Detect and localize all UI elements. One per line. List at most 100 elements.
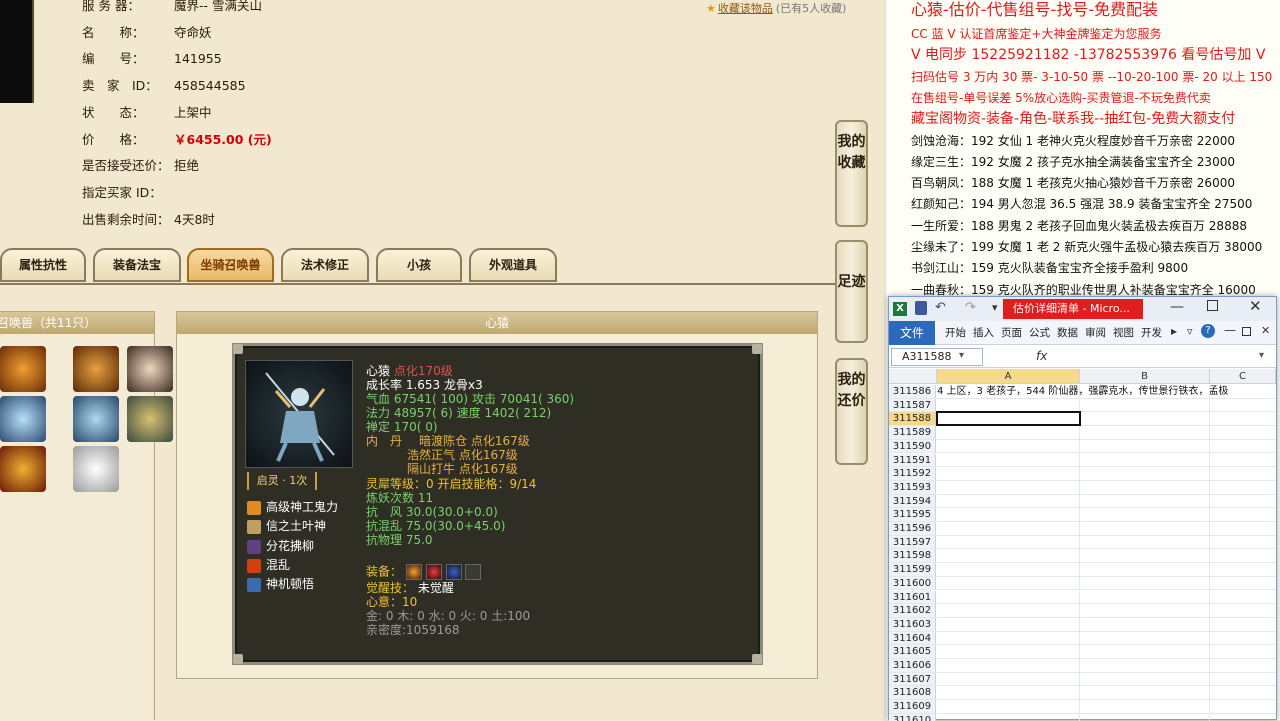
grid-line (1209, 659, 1210, 672)
save-icon[interactable] (915, 301, 927, 315)
pet-skill[interactable]: 高级神工鬼力 (247, 498, 338, 516)
file-tab[interactable]: 文件 (889, 321, 935, 345)
equip-slot-1[interactable] (405, 564, 422, 580)
undo-icon[interactable]: ↶ (935, 300, 946, 315)
pet-icon-2[interactable] (73, 346, 119, 392)
my-counter-offers-button[interactable]: 我的还价 (835, 358, 868, 465)
note-line: 在售组号-单号误差 5%放心选购-买贵管退-不玩免费代卖 (911, 90, 1211, 105)
row-header[interactable]: 311595 (889, 508, 936, 521)
maximize-icon[interactable] (1207, 300, 1218, 311)
name-box[interactable]: A311588 (891, 348, 983, 366)
pet-skill[interactable]: 神机顿悟 (247, 575, 314, 593)
row-header[interactable]: 311591 (889, 453, 936, 467)
ribbon-scroll-icon[interactable]: ▸ (1171, 324, 1177, 338)
pet-icon-7[interactable] (0, 446, 46, 492)
row-header[interactable]: 311586 (889, 385, 936, 398)
row-header[interactable]: 311599 (889, 563, 936, 576)
row-header[interactable]: 311600 (889, 576, 936, 590)
grid-line (1209, 535, 1210, 549)
select-all-corner[interactable] (889, 369, 937, 384)
pet-icon-8[interactable] (73, 446, 119, 492)
row-header[interactable]: 311594 (889, 494, 936, 508)
ribbon-tab-home[interactable]: 开始 (945, 325, 966, 340)
table-row: 311602 (889, 604, 1276, 618)
row-header[interactable]: 311589 (889, 426, 936, 439)
ribbon-tab-page[interactable]: 页面 (1001, 325, 1022, 340)
active-cell-outline[interactable] (936, 411, 1081, 427)
fx-icon[interactable]: fx (1036, 349, 1047, 363)
ribbon-tab-data[interactable]: 数据 (1057, 325, 1078, 340)
row-header[interactable]: 311587 (889, 398, 936, 412)
skill-icon (247, 519, 261, 534)
equip-slot-2[interactable] (425, 564, 442, 580)
ribbon-tab-insert[interactable]: 插入 (973, 325, 994, 340)
pet-icon-3[interactable] (127, 346, 173, 392)
column-header-a[interactable]: A (937, 369, 1080, 384)
redo-icon[interactable]: ↷ (965, 300, 976, 315)
tab-attributes[interactable]: 属性抗性 (0, 248, 86, 282)
row-header[interactable]: 311602 (889, 604, 936, 617)
favorite-link[interactable]: 收藏该物品 (718, 2, 773, 15)
row-header[interactable]: 311593 (889, 480, 936, 494)
ribbon-tab-formula[interactable]: 公式 (1029, 325, 1050, 340)
row-header[interactable]: 311607 (889, 672, 936, 686)
table-row: 311589 (889, 426, 1276, 440)
tab-equipment[interactable]: 装备法宝 (93, 248, 181, 282)
character-thumbnail (0, 0, 34, 103)
pet-icon-5[interactable] (73, 396, 119, 442)
my-favorites-button[interactable]: 我的收藏 (835, 120, 868, 227)
tab-spell-mods[interactable]: 法术修正 (281, 248, 369, 282)
ribbon-tab-developer[interactable]: 开发 (1141, 325, 1162, 340)
name-box-dropdown-icon[interactable]: ▾ (959, 350, 964, 361)
row-header[interactable]: 311590 (889, 439, 936, 453)
column-header-c[interactable]: C (1210, 369, 1276, 384)
grid-line (1209, 508, 1210, 521)
row-header[interactable]: 311609 (889, 700, 936, 713)
minimize-icon[interactable]: — (1170, 299, 1184, 315)
grid-line (1209, 385, 1210, 398)
row-header[interactable]: 311605 (889, 645, 936, 658)
card-corner (752, 344, 762, 354)
help-icon[interactable]: ? (1201, 324, 1215, 338)
note-line: 剑蚀沧海：192 女仙 1 老神火克火程度妙音千万亲密 22000 (911, 133, 1235, 148)
row-header[interactable]: 311603 (889, 617, 936, 631)
spreadsheet-grid: A B C 311586 4 上区，3 老孩子，544 阶仙器，强霹克水，传世景行… (889, 369, 1276, 721)
quick-access-icon[interactable]: ▾ (992, 301, 998, 314)
row-header[interactable]: 311598 (889, 549, 936, 563)
ribbon-tab-review[interactable]: 审阅 (1085, 325, 1106, 340)
row-header[interactable]: 311604 (889, 631, 936, 645)
tab-appearance[interactable]: 外观道具 (469, 248, 557, 282)
pet-skill[interactable]: 混乱 (247, 556, 290, 574)
equip-slot-4[interactable] (465, 564, 482, 580)
row-header[interactable]: 311597 (889, 535, 936, 549)
footprint-button[interactable]: 足迹 (835, 240, 868, 343)
equip-slot-3[interactable] (445, 564, 462, 580)
pet-skill[interactable]: 分花拂柳 (247, 537, 314, 555)
row-header[interactable]: 311592 (889, 467, 936, 480)
row-header[interactable]: 311588 (889, 412, 936, 426)
note-line: 尘缘未了：199 女魔 1 老 2 新克火强牛孟极心猿去疾百万 38000 (911, 240, 1263, 254)
workbook-close-icon[interactable]: ✕ (1261, 324, 1270, 337)
favorite-bar: ★ 收藏该物品 (已有5人收藏) (706, 0, 846, 16)
grid-line (1079, 672, 1080, 686)
row-header[interactable]: 311608 (889, 686, 936, 700)
pet-icon-1[interactable] (0, 346, 46, 392)
workbook-restore-icon[interactable] (1242, 327, 1251, 336)
row-header[interactable]: 311596 (889, 522, 936, 535)
ribbon-collapse-icon[interactable]: ▿ (1187, 325, 1193, 338)
ribbon-tab-view[interactable]: 视图 (1113, 325, 1134, 340)
cell-a[interactable]: 4 上区，3 老孩子，544 阶仙器，强霹克水，传世景行铁衣，孟极 (937, 385, 1228, 398)
row-header[interactable]: 311606 (889, 659, 936, 672)
tab-mounts-pets[interactable]: 坐骑召唤兽 (187, 248, 274, 282)
tab-children[interactable]: 小孩 (376, 248, 462, 282)
workbook-minimize-icon[interactable]: — (1224, 323, 1236, 337)
row-header[interactable]: 311601 (889, 590, 936, 604)
info-value: 拒绝 (174, 158, 200, 174)
close-icon[interactable]: ✕ (1249, 297, 1262, 315)
pet-icon-4[interactable] (0, 396, 46, 442)
column-header-b[interactable]: B (1080, 369, 1210, 384)
pet-skill[interactable]: 信之土叶神 (247, 517, 326, 535)
formula-expand-icon[interactable]: ▾ (1259, 350, 1264, 361)
pet-icon-6[interactable] (127, 396, 173, 442)
note-line: 百鸟朝凤：188 女魔 1 老孩克火抽心猿妙音千万亲密 26000 (911, 176, 1235, 191)
